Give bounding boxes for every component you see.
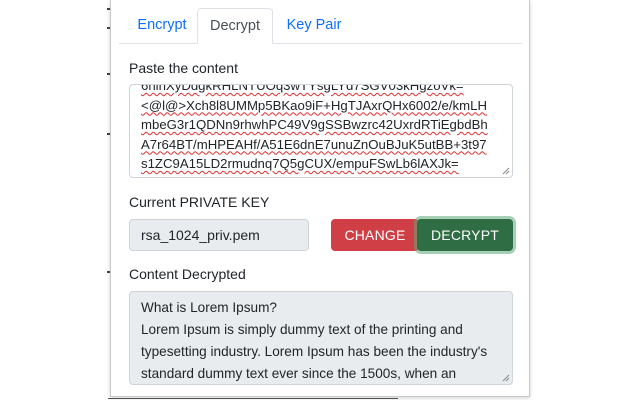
private-key-label: Current PRIVATE KEY	[129, 194, 270, 210]
decrypted-content-output[interactable]: What is Lorem Ipsum? Lorem Ipsum is simp…	[129, 291, 513, 385]
encrypted-content-input[interactable]: 6hlnXyDdgkRHLNTUOq3wTYsgLYd7SGV03kHgzoVk…	[129, 84, 513, 178]
resize-handle-icon[interactable]	[502, 374, 510, 382]
output-line: standard dummy text ever since the 1500s…	[141, 366, 457, 381]
tab-encrypt[interactable]: Encrypt	[123, 8, 201, 43]
output-line: What is Lorem Ipsum?	[141, 300, 277, 315]
resize-handle-icon[interactable]	[502, 167, 510, 175]
decrypt-button[interactable]: DECRYPT	[417, 219, 513, 251]
background-text-line	[108, 398, 398, 399]
output-line: typesetting industry. Lorem Ipsum has be…	[141, 344, 488, 359]
cipher-line: s1ZC9A15LD2rmudnq7Q5gCUX/empuFSwLb6lAXJk…	[141, 156, 459, 171]
change-key-button[interactable]: CHANGE	[331, 219, 419, 251]
tab-key-pair[interactable]: Key Pair	[279, 8, 349, 43]
paste-content-label: Paste the content	[129, 60, 238, 76]
cipher-line: 6hlnXyDdgkRHLNTUOq3wTYsgLYd7SGV03kHgzoVk…	[141, 84, 464, 93]
content-decrypted-label: Content Decrypted	[129, 266, 246, 282]
tab-decrypt[interactable]: Decrypt	[197, 8, 273, 44]
encrypted-content-text: 6hlnXyDdgkRHLNTUOq3wTYsgLYd7SGV03kHgzoVk…	[141, 84, 503, 174]
output-line: Lorem Ipsum is simply dummy text of the …	[141, 322, 463, 337]
decrypted-content-text: What is Lorem Ipsum? Lorem Ipsum is simp…	[141, 297, 505, 384]
private-key-field: rsa_1024_priv.pem	[129, 219, 309, 251]
cipher-line: A7r64BT/mHPEAHf/A51E6dnE7unuZnOuBJuK5utB…	[141, 136, 487, 152]
tab-bar: Encrypt Decrypt Key Pair	[119, 8, 522, 44]
cipher-line: <@l@>Xch8l8UMMp5BKao9iF+HgTJAxrQHx6002/e…	[141, 97, 487, 113]
extension-popup: Encrypt Decrypt Key Pair Paste the conte…	[110, 0, 530, 397]
cipher-line: mbeG3r1QDNn9rhwhPC49V9gSSBwzrc42UxrdRTiE…	[141, 117, 488, 132]
